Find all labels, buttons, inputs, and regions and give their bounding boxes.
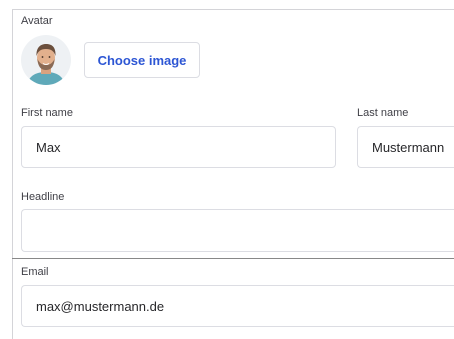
last-name-label: Last name	[357, 107, 409, 119]
headline-label: Headline	[21, 191, 65, 203]
email-label: Email	[21, 266, 49, 278]
avatar-label: Avatar	[21, 15, 53, 27]
avatar-photo-icon	[21, 35, 71, 85]
email-field[interactable]: max@mustermann.de	[21, 285, 454, 327]
headline-field[interactable]	[21, 209, 454, 252]
avatar	[21, 35, 71, 85]
first-name-value: Max	[36, 139, 61, 155]
email-value: max@mustermann.de	[36, 298, 165, 314]
last-name-field[interactable]: Mustermann	[357, 126, 454, 168]
first-name-field[interactable]: Max	[21, 126, 336, 168]
choose-image-button[interactable]: Choose image	[84, 42, 200, 78]
first-name-label: First name	[21, 107, 73, 119]
last-name-value: Mustermann	[372, 139, 445, 155]
section-divider	[12, 258, 454, 259]
